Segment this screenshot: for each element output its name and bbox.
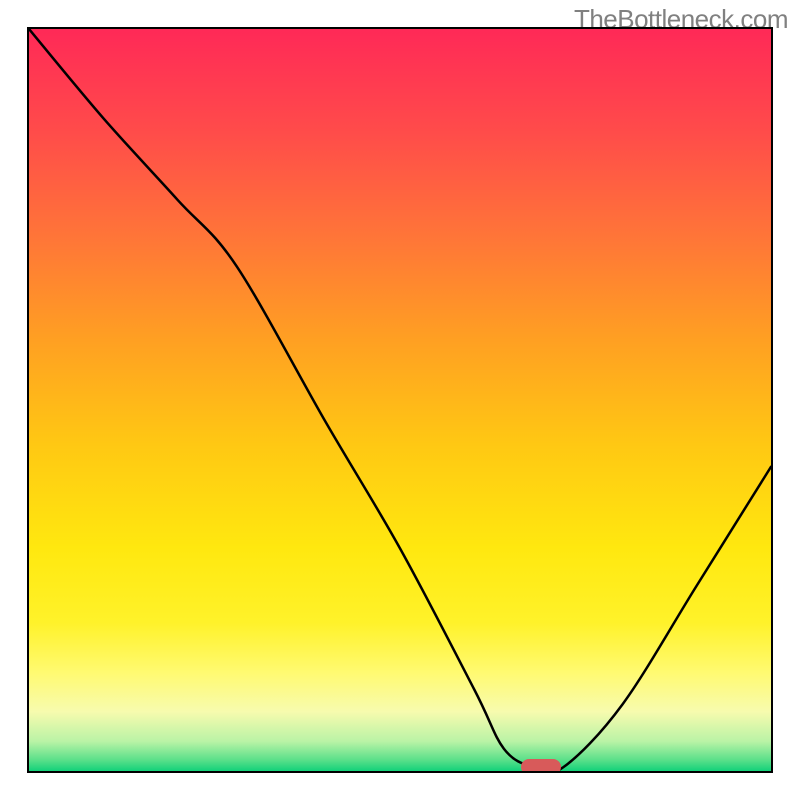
plot-frame bbox=[27, 27, 773, 773]
chart-container: TheBottleneck.com bbox=[0, 0, 800, 800]
plot-area bbox=[29, 29, 771, 771]
optimum-marker bbox=[521, 759, 562, 771]
bottleneck-curve bbox=[29, 29, 771, 771]
